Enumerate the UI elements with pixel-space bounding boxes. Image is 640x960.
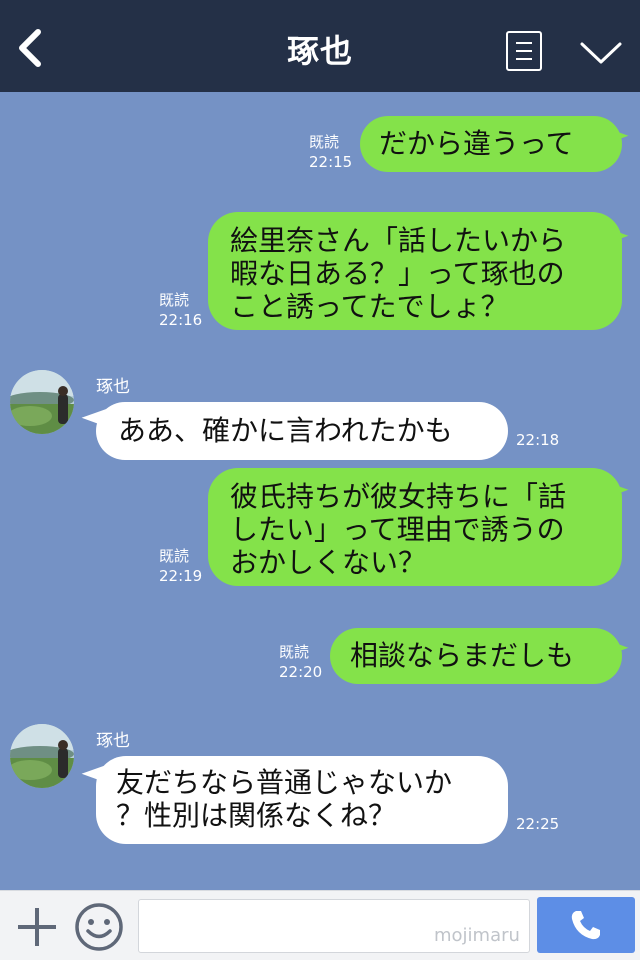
message-bubble-sent[interactable]: 絵里奈さん「話したいから 暇な日ある？」って琢也の こと誘ってたでしょ？ xyxy=(208,212,622,330)
read-receipt: 既読 xyxy=(309,133,340,151)
message-time: 22:19 xyxy=(159,567,203,585)
read-receipt: 既読 xyxy=(159,291,190,309)
avatar[interactable] xyxy=(10,370,74,434)
smile-icon[interactable] xyxy=(74,902,124,952)
phone-icon xyxy=(571,911,600,940)
read-receipt: 既読 xyxy=(159,547,190,565)
sender-name: 琢也 xyxy=(96,377,130,397)
chat-area[interactable]: 既読 22:15 だから違うって 既読 22:16 絵里奈さん「話したいから 暇… xyxy=(0,92,640,890)
message-time: 22:15 xyxy=(309,153,353,171)
message-bubble-received[interactable]: ああ、確かに言われたかも xyxy=(96,402,508,460)
chat-header: 琢也 xyxy=(0,0,640,92)
message-time: 22:25 xyxy=(516,815,560,833)
call-button[interactable] xyxy=(537,897,635,953)
menu-icon[interactable] xyxy=(506,31,542,71)
chevron-down-icon[interactable] xyxy=(578,38,624,68)
message-time: 22:18 xyxy=(516,431,560,449)
message-bubble-sent[interactable]: だから違うって xyxy=(360,116,622,172)
chat-title: 琢也 xyxy=(286,32,353,70)
message-bubble-sent[interactable]: 相談ならまだしも xyxy=(330,628,622,684)
message-meta: 既読 22:16 xyxy=(159,290,202,330)
message-meta: 既読 22:15 xyxy=(309,132,352,172)
avatar-image xyxy=(10,370,74,434)
message-time: 22:20 xyxy=(279,663,323,681)
message-meta: 既読 22:20 xyxy=(279,642,322,682)
watermark: mojimaru xyxy=(434,925,520,946)
input-bar: mojimaru xyxy=(0,890,640,960)
message-bubble-received[interactable]: 友だちなら普通じゃないか ？性別は関係なくね？ xyxy=(96,756,508,844)
sender-name: 琢也 xyxy=(96,731,130,751)
read-receipt: 既読 xyxy=(279,643,310,661)
plus-icon[interactable] xyxy=(16,906,58,948)
message-time: 22:16 xyxy=(159,311,203,329)
avatar-image xyxy=(10,724,74,788)
avatar[interactable] xyxy=(10,724,74,788)
message-bubble-sent[interactable]: 彼氏持ちが彼女持ちに「話 したい」って理由で誘うの おかしくない？ xyxy=(208,468,622,586)
message-meta: 既読 22:19 xyxy=(159,546,202,586)
